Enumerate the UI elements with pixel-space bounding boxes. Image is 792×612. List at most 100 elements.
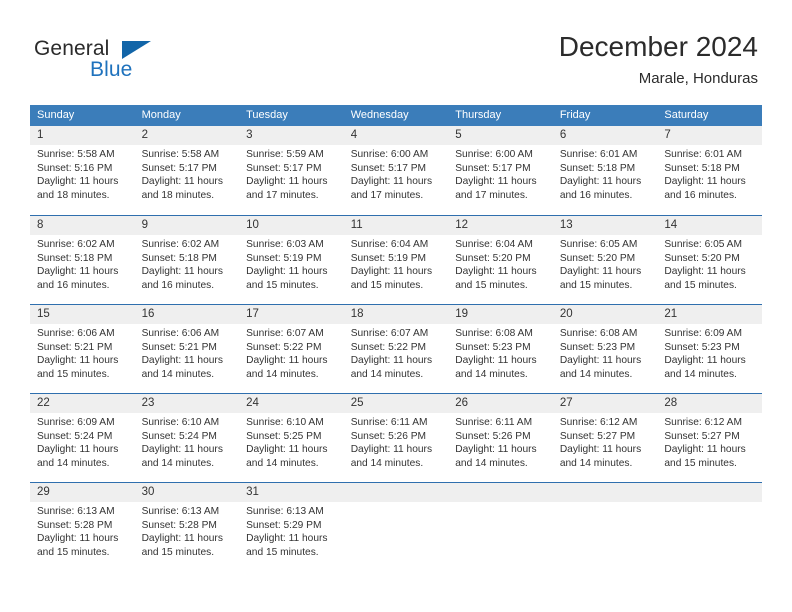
calendar-day-cell[interactable]: 27 Sunrise: 6:12 AM Sunset: 5:27 PM Dayl… xyxy=(553,394,658,482)
sunrise-text: Sunrise: 6:01 AM xyxy=(559,149,638,160)
daylight-text-line1: Daylight: 11 hours xyxy=(350,266,433,278)
day-number: 22 xyxy=(37,397,50,409)
sunrise-text: Sunrise: 6:13 AM xyxy=(141,506,220,517)
calendar-day-cell[interactable]: 20 Sunrise: 6:08 AM Sunset: 5:23 PM Dayl… xyxy=(553,305,658,393)
sunrise-text: Sunrise: 6:05 AM xyxy=(664,239,742,250)
day-details: Sunrise: 6:07 AM Sunset: 5:22 PM Dayligh… xyxy=(246,327,338,381)
sunset-text: Sunset: 5:19 PM xyxy=(350,252,427,264)
daylight-text-line2: and 14 minutes. xyxy=(141,368,215,380)
day-details: Sunrise: 6:13 AM Sunset: 5:28 PM Dayligh… xyxy=(37,505,129,559)
daylight-text-line2: and 18 minutes. xyxy=(141,189,215,201)
daylight-text-line1: Daylight: 11 hours xyxy=(246,266,328,278)
daylight-text-line1: Daylight: 11 hours xyxy=(246,444,328,456)
daylight-text-line2: and 16 minutes. xyxy=(141,279,215,291)
sunrise-text: Sunrise: 6:09 AM xyxy=(664,328,742,339)
calendar-day-cell[interactable]: 22 Sunrise: 6:09 AM Sunset: 5:24 PM Dayl… xyxy=(30,394,135,482)
daylight-text-line1: Daylight: 11 hours xyxy=(350,444,433,456)
day-details: Sunrise: 6:09 AM Sunset: 5:24 PM Dayligh… xyxy=(37,416,129,470)
sunrise-text: Sunrise: 6:10 AM xyxy=(246,417,324,428)
calendar-day-cell[interactable]: 6 Sunrise: 6:01 AM Sunset: 5:18 PM Dayli… xyxy=(553,126,658,215)
day-number: 25 xyxy=(350,397,364,409)
calendar-day-cell[interactable]: 4 Sunrise: 6:00 AM Sunset: 5:17 PM Dayli… xyxy=(344,126,449,215)
day-number: 28 xyxy=(664,397,678,409)
day-number: 19 xyxy=(455,308,469,320)
sunset-text: Sunset: 5:23 PM xyxy=(664,341,740,353)
calendar-day-cell[interactable]: 19 Sunrise: 6:08 AM Sunset: 5:23 PM Dayl… xyxy=(448,305,553,393)
calendar-day-cell[interactable]: 10 Sunrise: 6:03 AM Sunset: 5:19 PM Dayl… xyxy=(239,216,344,304)
calendar-day-cell[interactable]: 31 Sunrise: 6:13 AM Sunset: 5:29 PM Dayl… xyxy=(239,483,344,571)
day-number: 26 xyxy=(455,397,469,409)
calendar-day-cell[interactable]: 30 Sunrise: 6:13 AM Sunset: 5:28 PM Dayl… xyxy=(135,483,240,571)
daylight-text-line1: Daylight: 11 hours xyxy=(664,355,746,367)
day-number: 9 xyxy=(141,219,148,231)
calendar-week-row: 1 Sunrise: 5:58 AM Sunset: 5:16 PM Dayli… xyxy=(30,126,762,215)
calendar-week-row: 22 Sunrise: 6:09 AM Sunset: 5:24 PM Dayl… xyxy=(30,393,762,482)
day-number: 10 xyxy=(246,219,259,231)
day-number: 18 xyxy=(350,308,364,320)
daylight-text-line2: and 15 minutes. xyxy=(246,279,319,291)
sunrise-text: Sunrise: 6:11 AM xyxy=(455,417,533,428)
day-number: 4 xyxy=(350,129,358,141)
calendar-day-cell[interactable]: 29 Sunrise: 6:13 AM Sunset: 5:28 PM Dayl… xyxy=(30,483,135,571)
daylight-text-line2: and 16 minutes. xyxy=(37,279,110,291)
calendar-day-cell[interactable]: 26 Sunrise: 6:11 AM Sunset: 5:26 PM Dayl… xyxy=(448,394,553,482)
daylight-text-line2: and 17 minutes. xyxy=(246,189,319,201)
calendar-day-cell[interactable]: 2 Sunrise: 5:58 AM Sunset: 5:17 PM Dayli… xyxy=(135,126,240,215)
daylight-text-line2: and 14 minutes. xyxy=(246,457,319,469)
daylight-text-line2: and 14 minutes. xyxy=(141,457,215,469)
sunset-text: Sunset: 5:20 PM xyxy=(664,252,740,264)
calendar-day-cell[interactable]: 28 Sunrise: 6:12 AM Sunset: 5:27 PM Dayl… xyxy=(657,394,762,482)
sunset-text: Sunset: 5:21 PM xyxy=(141,341,217,353)
calendar-day-cell[interactable]: 3 Sunrise: 5:59 AM Sunset: 5:17 PM Dayli… xyxy=(239,126,344,215)
daylight-text-line1: Daylight: 11 hours xyxy=(559,266,642,278)
daylight-text-line2: and 15 minutes. xyxy=(37,368,110,380)
day-details: Sunrise: 6:10 AM Sunset: 5:25 PM Dayligh… xyxy=(246,416,338,470)
sunset-text: Sunset: 5:24 PM xyxy=(141,430,217,442)
logo-text-blue: Blue xyxy=(90,58,133,81)
daylight-text-line1: Daylight: 11 hours xyxy=(37,533,119,545)
daylight-text-line2: and 15 minutes. xyxy=(141,546,215,558)
daylight-text-line1: Daylight: 11 hours xyxy=(559,444,642,456)
calendar-day-cell[interactable]: 14 Sunrise: 6:05 AM Sunset: 5:20 PM Dayl… xyxy=(657,216,762,304)
calendar-day-cell[interactable]: 18 Sunrise: 6:07 AM Sunset: 5:22 PM Dayl… xyxy=(344,305,449,393)
sunrise-text: Sunrise: 6:07 AM xyxy=(350,328,429,339)
daylight-text-line2: and 15 minutes. xyxy=(246,546,319,558)
calendar-day-cell[interactable]: 17 Sunrise: 6:07 AM Sunset: 5:22 PM Dayl… xyxy=(239,305,344,393)
calendar-week-row: 15 Sunrise: 6:06 AM Sunset: 5:21 PM Dayl… xyxy=(30,304,762,393)
calendar-week-row: 8 Sunrise: 6:02 AM Sunset: 5:18 PM Dayli… xyxy=(30,215,762,304)
calendar-day-cell[interactable]: 24 Sunrise: 6:10 AM Sunset: 5:25 PM Dayl… xyxy=(239,394,344,482)
sunrise-text: Sunrise: 6:04 AM xyxy=(455,239,533,250)
weekday-header-friday: Friday xyxy=(559,109,591,121)
day-number: 31 xyxy=(246,486,259,498)
sunrise-text: Sunrise: 6:08 AM xyxy=(559,328,638,339)
daylight-text-line2: and 14 minutes. xyxy=(455,368,528,380)
sunset-text: Sunset: 5:23 PM xyxy=(455,341,531,353)
calendar-day-cell[interactable]: 16 Sunrise: 6:06 AM Sunset: 5:21 PM Dayl… xyxy=(135,305,240,393)
calendar-day-cell[interactable]: 23 Sunrise: 6:10 AM Sunset: 5:24 PM Dayl… xyxy=(135,394,240,482)
calendar-day-cell[interactable]: 15 Sunrise: 6:06 AM Sunset: 5:21 PM Dayl… xyxy=(30,305,135,393)
calendar-day-cell[interactable]: 8 Sunrise: 6:02 AM Sunset: 5:18 PM Dayli… xyxy=(30,216,135,304)
calendar-day-cell[interactable]: 1 Sunrise: 5:58 AM Sunset: 5:16 PM Dayli… xyxy=(30,126,135,215)
daylight-text-line2: and 16 minutes. xyxy=(664,189,737,201)
sunrise-text: Sunrise: 5:58 AM xyxy=(141,149,220,160)
day-details: Sunrise: 6:03 AM Sunset: 5:19 PM Dayligh… xyxy=(246,238,338,292)
sunrise-text: Sunrise: 6:05 AM xyxy=(559,239,638,250)
day-details: Sunrise: 6:12 AM Sunset: 5:27 PM Dayligh… xyxy=(664,416,756,470)
sunrise-text: Sunrise: 6:10 AM xyxy=(141,417,220,428)
day-details: Sunrise: 6:04 AM Sunset: 5:20 PM Dayligh… xyxy=(455,238,547,292)
daylight-text-line1: Daylight: 11 hours xyxy=(455,176,537,188)
day-details: Sunrise: 5:59 AM Sunset: 5:17 PM Dayligh… xyxy=(246,148,338,202)
calendar-day-cell[interactable]: 13 Sunrise: 6:05 AM Sunset: 5:20 PM Dayl… xyxy=(553,216,658,304)
day-number: 20 xyxy=(559,308,573,320)
calendar-day-cell[interactable]: 9 Sunrise: 6:02 AM Sunset: 5:18 PM Dayli… xyxy=(135,216,240,304)
day-details: Sunrise: 6:04 AM Sunset: 5:19 PM Dayligh… xyxy=(351,238,443,292)
calendar-day-cell[interactable]: 25 Sunrise: 6:11 AM Sunset: 5:26 PM Dayl… xyxy=(344,394,449,482)
calendar-day-cell-empty xyxy=(553,483,658,571)
calendar-day-cell[interactable]: 11 Sunrise: 6:04 AM Sunset: 5:19 PM Dayl… xyxy=(344,216,449,304)
day-number: 27 xyxy=(559,397,573,409)
calendar-day-cell[interactable]: 21 Sunrise: 6:09 AM Sunset: 5:23 PM Dayl… xyxy=(657,305,762,393)
calendar-day-cell[interactable]: 12 Sunrise: 6:04 AM Sunset: 5:20 PM Dayl… xyxy=(448,216,553,304)
calendar-day-cell[interactable]: 7 Sunrise: 6:01 AM Sunset: 5:18 PM Dayli… xyxy=(657,126,762,215)
daylight-text-line1: Daylight: 11 hours xyxy=(350,355,433,367)
calendar-day-cell[interactable]: 5 Sunrise: 6:00 AM Sunset: 5:17 PM Dayli… xyxy=(448,126,553,215)
